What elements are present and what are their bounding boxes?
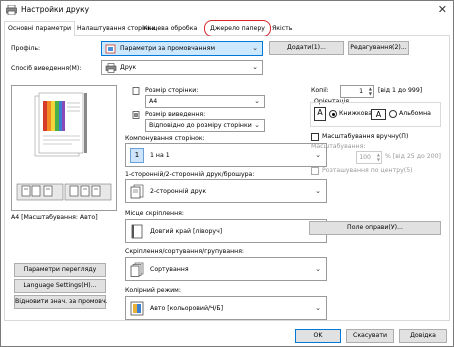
- spinner-icon[interactable]: ▲ ▼: [377, 152, 380, 162]
- spinner-icon[interactable]: ▲ ▼: [369, 86, 372, 96]
- page-size-value: A4: [149, 98, 158, 105]
- chevron-down-icon: ⌄: [252, 63, 258, 71]
- output-size-value: Відповідно до розміру сторінки: [149, 122, 252, 129]
- profile-label: Профіль:: [11, 45, 41, 52]
- portrait-icon: A: [314, 107, 326, 121]
- tab-finishing[interactable]: Кінцева обробка: [140, 23, 200, 36]
- preview-caption: A4 [Масштабування: Авто]: [11, 214, 98, 221]
- copies-input[interactable]: 1 ▲ ▼: [340, 85, 374, 98]
- landscape-icon: A: [371, 109, 386, 120]
- restore-defaults-button[interactable]: Відновити знач. за промовч.: [14, 295, 108, 309]
- center-label: Розташування по центру(5): [322, 167, 413, 174]
- staple-sort-icon: [69, 185, 101, 197]
- scaling-sublabel: Масштабування:: [311, 143, 366, 150]
- profile-select[interactable]: Параметри за промовчанням ⌄: [101, 41, 263, 56]
- output-size-label: Розмір виведення:: [145, 111, 206, 118]
- paper-source-tab-highlight: [204, 20, 271, 37]
- output-method-value: Друк: [120, 64, 137, 71]
- chevron-down-icon: ⌄: [315, 265, 321, 273]
- collate-icon: [130, 262, 144, 277]
- profile-value: Параметри за промовчанням: [120, 45, 215, 52]
- tab-quality[interactable]: Якість: [269, 23, 295, 36]
- page-layout-label: Компонування сторінок:: [125, 135, 205, 142]
- printer-icon: [105, 63, 117, 73]
- chevron-down-icon: ⌄: [252, 44, 258, 52]
- chevron-down-icon: ⌄: [254, 97, 260, 105]
- layout-1up-icon: 1: [130, 148, 144, 163]
- chevron-down-icon: ⌄: [315, 187, 321, 195]
- binding-label: Місце скріплення:: [125, 210, 184, 217]
- help-button[interactable]: Довідка: [399, 329, 447, 343]
- page-size-select[interactable]: A4 ⌄: [145, 95, 265, 108]
- print-settings-window: Настройки друку ✕ Основні параметри Нала…: [0, 0, 454, 347]
- manual-scaling-checkbox[interactable]: [311, 133, 319, 141]
- duplex-layout-button[interactable]: [16, 183, 62, 199]
- binding-select[interactable]: Довгий край [ліворуч] ⌄: [125, 219, 327, 243]
- profile-edit-button[interactable]: Редагування(2)...: [348, 41, 409, 55]
- page-size-label: Розмір сторінки:: [145, 87, 199, 94]
- staple-layout-button[interactable]: [64, 183, 110, 199]
- cancel-button[interactable]: Скасувати: [346, 329, 394, 343]
- copies-label: Копії:: [311, 87, 329, 94]
- copies-range: [від 1 до 999]: [378, 87, 423, 94]
- copies-value: 1: [359, 88, 363, 95]
- page-size-icon: [132, 87, 140, 95]
- landscape-radio[interactable]: [389, 110, 397, 118]
- color-mode-value: Авто [кольоровий/Ч/Б]: [150, 305, 224, 312]
- finishing-label: Скріплення/сортування/групування:: [125, 248, 245, 255]
- duplex-icon: [130, 184, 144, 199]
- output-method-label: Спосіб виведення(M):: [11, 65, 82, 72]
- profile-icon: [105, 44, 116, 54]
- window-title: Настройки друку: [21, 5, 90, 14]
- color-auto-icon: [130, 301, 144, 316]
- duplex-value: 2-сторонній друк: [150, 188, 207, 195]
- title-bar: Настройки друку ✕: [1, 1, 453, 19]
- page-layout-value: 1 на 1: [150, 152, 170, 159]
- language-settings-button[interactable]: Language Settings(H)...: [14, 279, 106, 293]
- close-icon[interactable]: ✕: [438, 3, 447, 16]
- output-method-select[interactable]: Друк ⌄: [101, 60, 263, 75]
- landscape-label: Альбомна: [399, 110, 431, 117]
- tab-basic[interactable]: Основні параметри: [4, 21, 76, 37]
- finishing-value: Сортування: [150, 266, 189, 273]
- duplex-select[interactable]: 2-сторонній друк ⌄: [125, 179, 327, 203]
- manual-scaling-label: Масштабування вручну(П): [322, 133, 409, 140]
- profile-add-button[interactable]: Додати(1)...: [269, 41, 344, 55]
- portrait-label: Книжкова: [339, 110, 372, 117]
- view-settings-button[interactable]: Параметри перегляду: [14, 263, 106, 277]
- duplex-label: 1-сторонній/2-сторонній друк/брошура:: [125, 171, 255, 178]
- scaling-value: 100: [359, 154, 371, 161]
- output-size-icon: [132, 111, 140, 119]
- chevron-down-icon: ⌄: [315, 304, 321, 312]
- duplex-book-icon: [21, 185, 53, 197]
- chevron-down-icon: ⌄: [315, 151, 321, 159]
- binding-left-icon: [131, 224, 143, 239]
- finishing-select[interactable]: Сортування ⌄: [125, 257, 327, 281]
- ok-button[interactable]: OK: [295, 329, 341, 343]
- color-mode-select[interactable]: Авто [кольоровий/Ч/Б] ⌄: [125, 296, 327, 320]
- page-layout-select[interactable]: 1 1 на 1 ⌄: [125, 143, 327, 167]
- chevron-down-icon: ⌄: [254, 121, 260, 129]
- center-checkbox[interactable]: [311, 167, 319, 175]
- color-mode-label: Колірний режим:: [125, 287, 181, 294]
- portrait-radio[interactable]: [329, 110, 337, 118]
- binding-value: Довгий край [ліворуч]: [150, 228, 223, 235]
- gutter-button[interactable]: Поле оправи(У)...: [309, 221, 441, 235]
- output-size-select[interactable]: Відповідно до розміру сторінки ⌄: [145, 119, 265, 132]
- scaling-input[interactable]: 100 ▲ ▼: [356, 151, 382, 164]
- printer-icon: [6, 5, 17, 15]
- scaling-range: % [від 25 до 200]: [385, 153, 441, 160]
